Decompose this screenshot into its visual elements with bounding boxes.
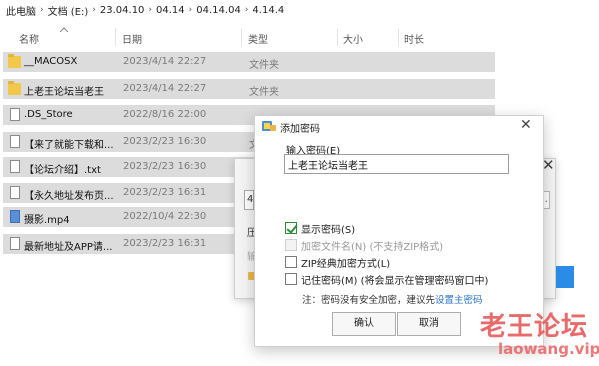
watermark-url: laowang.vip — [498, 340, 599, 358]
chevron-right-icon: › — [92, 5, 96, 15]
breadcrumb-item-folder-1[interactable]: 23.04.10 — [100, 5, 145, 16]
note-text: 注：密码没有安全加密，建议先 — [302, 295, 436, 306]
file-name: 摄影.mp4 — [24, 215, 70, 226]
file-icon — [10, 186, 20, 199]
column-divider[interactable] — [398, 28, 399, 46]
column-header-date[interactable]: 日期 — [122, 31, 142, 46]
option-label: ZIP经典加密方式(L) — [301, 258, 391, 270]
column-header-size[interactable]: 大小 — [343, 31, 363, 46]
file-name: .DS_Store — [24, 109, 73, 120]
breadcrumb-item-current[interactable]: 4.14.4 — [252, 5, 284, 16]
column-divider[interactable] — [337, 28, 338, 46]
file-icon — [10, 160, 20, 173]
breadcrumb-item-folder-2[interactable]: 04.14 — [156, 5, 185, 16]
breadcrumb-item-this-pc[interactable]: 此电脑 — [6, 3, 36, 18]
dialog-title: 添加密码 — [280, 124, 320, 135]
checkbox-icon — [285, 273, 297, 285]
file-date: 2023/2/23 16:30 — [123, 161, 207, 172]
chevron-right-icon: › — [40, 5, 44, 15]
file-name: 【永久地址发布页... — [24, 191, 114, 202]
chevron-right-icon: › — [148, 5, 153, 15]
option-label: 记住密码(M) (将会显示在管理密码窗口中) — [301, 275, 489, 287]
column-header-name[interactable]: 名称 — [19, 31, 39, 46]
file-icon — [10, 237, 20, 250]
folder-icon — [8, 81, 21, 95]
file-date: 2023/2/23 16:30 — [123, 136, 207, 147]
column-divider[interactable] — [115, 28, 116, 46]
file-date: 2022/8/16 22:00 — [123, 109, 207, 120]
file-type: 文件夹 — [249, 87, 279, 98]
list-item[interactable]: 上老王论坛当老王 2023/4/14 22:27 文件夹 — [3, 79, 495, 99]
sort-up-icon — [60, 27, 68, 32]
file-date: 2022/10/4 22:30 — [123, 211, 207, 222]
video-icon — [10, 210, 20, 223]
encrypt-filenames-checkbox: 加密文件名(N) (不支持ZIP格式) — [285, 238, 444, 253]
close-icon[interactable]: ✕ — [520, 117, 532, 133]
show-password-checkbox[interactable]: 显示密码(S) — [285, 221, 356, 236]
checkbox-icon — [285, 256, 297, 268]
list-item[interactable]: __MACOSX 2023/4/14 22:27 文件夹 — [3, 52, 495, 72]
breadcrumb-item-drive[interactable]: 文档 (E:) — [48, 3, 89, 18]
file-icon — [10, 108, 20, 121]
checkbox-checked-icon — [285, 222, 297, 234]
breadcrumb-item-folder-3[interactable]: 04.14.04 — [196, 5, 241, 16]
zip-classic-encryption-checkbox[interactable]: ZIP经典加密方式(L) — [285, 255, 391, 270]
file-date: 2023/2/23 16:31 — [123, 187, 207, 198]
password-input[interactable] — [284, 154, 509, 174]
primary-button[interactable] — [556, 266, 574, 288]
archive-lock-icon — [262, 121, 276, 131]
column-divider[interactable] — [241, 28, 242, 46]
folder-icon — [8, 54, 21, 68]
file-name: __MACOSX — [24, 56, 78, 67]
chevron-right-icon: › — [244, 5, 249, 15]
remember-password-checkbox[interactable]: 记住密码(M) (将会显示在管理密码窗口中) — [285, 272, 489, 287]
option-label: 显示密码(S) — [301, 224, 356, 236]
breadcrumb: 此电脑 › 文档 (E:) › 23.04.10 › 04.14 › 04.14… — [0, 0, 599, 20]
file-name: 最新地址及APP请... — [24, 242, 113, 253]
cancel-button[interactable]: 取消 — [397, 312, 461, 336]
option-label: 加密文件名(N) (不支持ZIP格式) — [301, 241, 444, 253]
file-name: 上老王论坛当老王 — [24, 87, 104, 98]
security-note: 注：密码没有安全加密，建议先设置主密码 — [302, 292, 483, 306]
file-icon — [10, 135, 20, 148]
column-header-type[interactable]: 类型 — [248, 31, 268, 46]
file-date: 2023/4/14 22:27 — [123, 56, 207, 67]
file-date: 2023/2/23 16:31 — [123, 238, 207, 249]
checkbox-disabled-icon — [285, 239, 297, 251]
set-master-password-link[interactable]: 设置主密码 — [435, 295, 483, 306]
watermark-text: 老王论坛 — [480, 312, 589, 342]
confirm-button[interactable]: 确认 — [332, 312, 396, 336]
archive-path-input[interactable]: 4 — [244, 190, 254, 210]
file-name: 【论坛介绍】.txt — [24, 165, 101, 176]
file-date: 2023/4/14 22:27 — [123, 83, 207, 94]
file-type: 文件夹 — [249, 60, 279, 71]
column-header-duration[interactable]: 时长 — [404, 31, 424, 46]
column-headers: 名称 日期 类型 大小 时长 — [0, 27, 599, 47]
file-name: 【来了就能下载和... — [24, 140, 114, 151]
chevron-right-icon: › — [188, 5, 193, 15]
